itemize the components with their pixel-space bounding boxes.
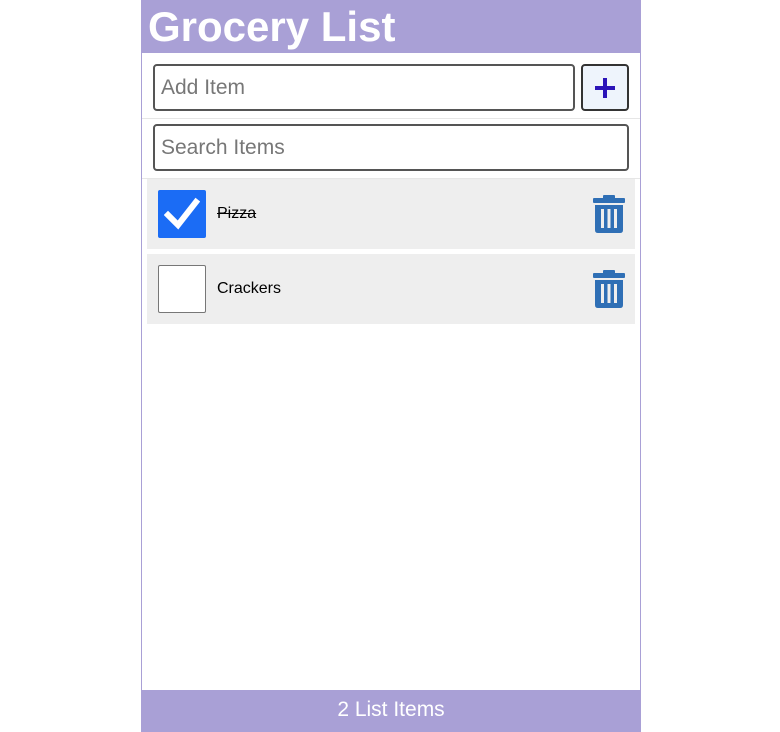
item-label: Crackers xyxy=(217,280,282,297)
search-row xyxy=(142,119,640,179)
trash-icon[interactable] xyxy=(592,195,626,233)
item-label: Pizza xyxy=(217,205,257,222)
grocery-list: Pizza Crackers xyxy=(147,179,635,329)
add-item-button[interactable] xyxy=(581,64,629,111)
add-item-row xyxy=(142,53,640,119)
item-checkbox[interactable] xyxy=(158,190,206,238)
plus-icon xyxy=(595,77,615,98)
checkmark-icon xyxy=(164,197,200,230)
page-title: Grocery List xyxy=(142,0,640,53)
list-item: Crackers xyxy=(147,254,635,324)
trash-icon[interactable] xyxy=(592,270,626,308)
item-checkbox[interactable] xyxy=(158,265,206,313)
search-input[interactable] xyxy=(153,124,629,171)
item-count-footer: 2 List Items xyxy=(142,690,640,732)
add-item-input[interactable] xyxy=(153,64,575,111)
grocery-app: Grocery List Pizza xyxy=(141,0,641,732)
list-item: Pizza xyxy=(147,179,635,249)
